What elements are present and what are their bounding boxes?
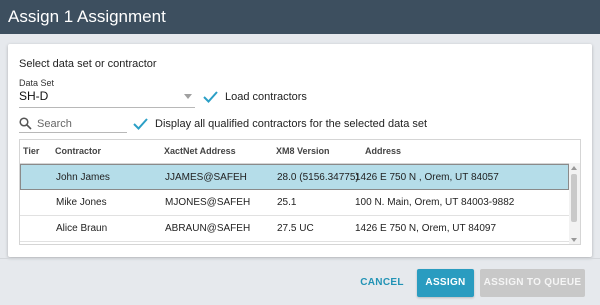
table-row[interactable]: Alice Braun ABRAUN@SAFEH 27.5 UC 1426 E … xyxy=(20,216,569,242)
footer-divider xyxy=(0,258,600,259)
search-icon xyxy=(19,117,32,130)
cell-xm8-version: 27.5 UC xyxy=(277,223,314,234)
cancel-button[interactable]: CANCEL xyxy=(352,269,412,297)
scroll-up-icon[interactable] xyxy=(571,166,577,170)
assign-button[interactable]: ASSIGN xyxy=(417,269,474,297)
column-header-xactnet[interactable]: XactNet Address xyxy=(164,146,236,156)
display-all-checkbox[interactable]: Display all qualified contractors for th… xyxy=(133,118,427,130)
load-contractors-checkbox[interactable]: Load contractors xyxy=(203,91,307,103)
display-all-label: Display all qualified contractors for th… xyxy=(155,118,428,130)
dialog-title: Assign 1 Assignment xyxy=(0,0,600,34)
cell-xactnet: JJAMES@SAFEH xyxy=(165,172,247,183)
scroll-down-icon[interactable] xyxy=(571,238,577,242)
cell-xactnet: ABRAUN@SAFEH xyxy=(165,223,251,234)
table-header: Tier Contractor XactNet Address XM8 Vers… xyxy=(20,140,580,164)
cell-address: 1426 E 750 N, Orem, UT 84097 xyxy=(355,223,497,234)
table-row[interactable]: Mike Jones MJONES@SAFEH 25.1 100 N. Main… xyxy=(20,190,569,216)
table-row[interactable]: John James JJAMES@SAFEH 28.0 (5156.34775… xyxy=(20,164,569,190)
section-title: Select data set or contractor xyxy=(19,58,157,70)
data-set-label: Data Set xyxy=(19,78,55,88)
assignment-panel: Select data set or contractor Data Set S… xyxy=(8,44,592,257)
table-scrollbar[interactable] xyxy=(569,163,580,244)
cell-xactnet: MJONES@SAFEH xyxy=(165,197,251,208)
cell-contractor: Mike Jones xyxy=(56,197,107,208)
column-header-address[interactable]: Address xyxy=(365,146,401,156)
search-input[interactable] xyxy=(37,117,117,130)
data-set-value: SH-D xyxy=(19,89,49,103)
cell-address: 1426 E 750 N , Orem, UT 84057 xyxy=(355,172,499,183)
column-header-contractor[interactable]: Contractor xyxy=(55,146,101,156)
load-contractors-label: Load contractors xyxy=(225,91,307,103)
cell-xm8-version: 28.0 (5156.34775) xyxy=(277,172,359,183)
data-set-select[interactable]: SH-D xyxy=(19,89,195,108)
assign-to-queue-button[interactable]: ASSIGN TO QUEUE xyxy=(480,269,585,297)
cell-contractor: John James xyxy=(56,172,110,183)
cell-contractor: Alice Braun xyxy=(56,223,108,234)
contractor-table: Tier Contractor XactNet Address XM8 Vers… xyxy=(19,139,581,245)
column-header-tier[interactable]: Tier xyxy=(23,146,39,156)
cell-address: 100 N. Main, Orem, UT 84003-9882 xyxy=(355,197,515,208)
scroll-thumb[interactable] xyxy=(571,174,577,222)
chevron-down-icon xyxy=(184,94,192,99)
cell-xm8-version: 25.1 xyxy=(277,197,297,208)
checkmark-icon xyxy=(133,118,148,130)
search-field[interactable] xyxy=(19,115,127,133)
column-header-xm8-version[interactable]: XM8 Version xyxy=(276,146,330,156)
checkmark-icon xyxy=(203,91,218,103)
